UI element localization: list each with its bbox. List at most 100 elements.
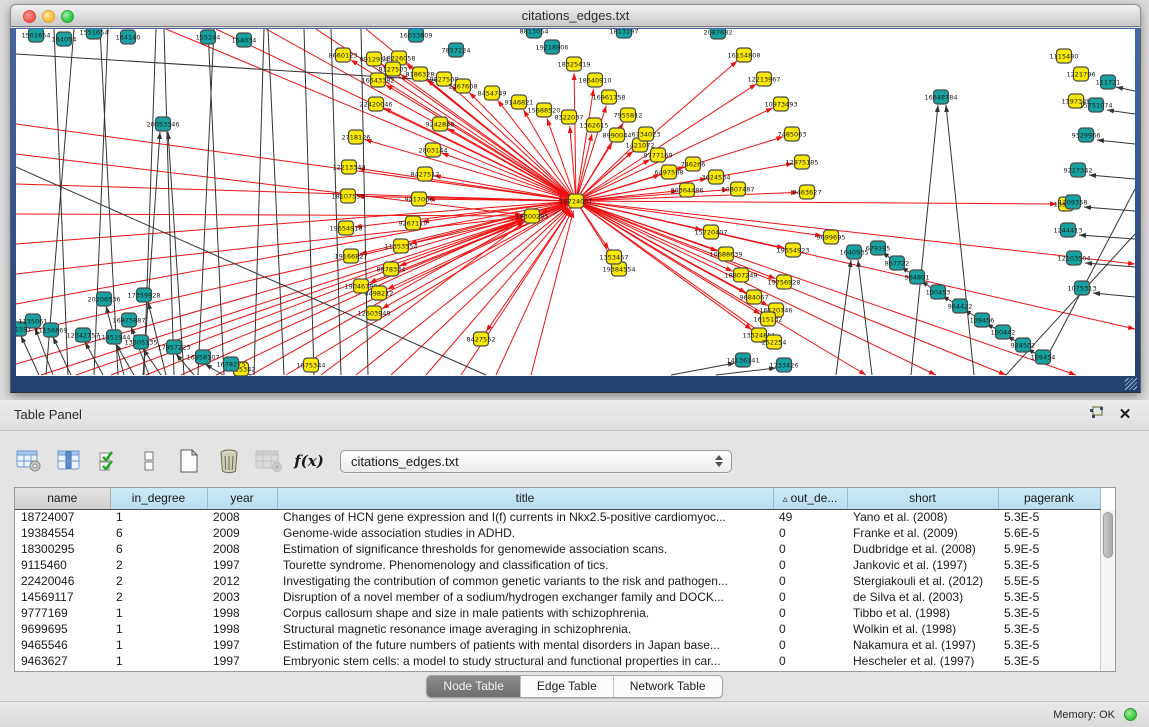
table-row[interactable]: 946554611997Estimation of the future num…	[15, 637, 1100, 653]
table-scrollbar-thumb[interactable]	[1103, 512, 1113, 558]
tab-edge-table[interactable]: Edge Table	[521, 676, 614, 697]
network-edge[interactable]	[254, 29, 264, 375]
network-node[interactable]: 1075313	[1068, 281, 1097, 295]
network-edge[interactable]	[576, 201, 784, 248]
network-node[interactable]: 100453	[926, 285, 951, 299]
column-header-out-degree[interactable]: ▵out_de...	[773, 488, 847, 509]
network-node[interactable]: 100442	[991, 325, 1016, 339]
network-node[interactable]: 1733426	[770, 358, 799, 372]
network-node[interactable]: 10973493	[764, 97, 797, 111]
network-edge[interactable]	[671, 363, 735, 375]
network-node[interactable]: 12342757	[66, 328, 99, 342]
column-header-pagerank[interactable]: pagerank	[998, 488, 1100, 509]
network-edge[interactable]	[858, 260, 872, 375]
table-row[interactable]: 1456911722003Disruption of a novel membe…	[15, 589, 1100, 605]
network-edge[interactable]	[365, 140, 576, 201]
network-edge[interactable]	[576, 201, 936, 375]
network-node[interactable]: 12603948	[357, 306, 390, 320]
network-edge[interactable]	[576, 201, 866, 375]
network-node[interactable]: 16961758	[592, 90, 625, 104]
network-node[interactable]: 20364486	[670, 183, 703, 197]
network-node[interactable]: 19654923	[776, 243, 809, 257]
network-edge[interactable]	[21, 336, 39, 375]
create-new-column-icon[interactable]	[174, 446, 204, 476]
network-node[interactable]: 1244413	[1054, 223, 1083, 237]
network-node[interactable]: 2718126	[342, 130, 371, 144]
column-header-year[interactable]: year	[207, 488, 277, 509]
network-node[interactable]: 164034	[232, 33, 257, 47]
network-edge[interactable]	[1046, 189, 1135, 359]
table-row[interactable]: 2242004622012Investigating the contribut…	[15, 573, 1100, 589]
tab-node-table[interactable]: Node Table	[427, 676, 521, 697]
network-node[interactable]: 746266	[681, 157, 706, 171]
table-row[interactable]: 946362711997Embryonic stem cells: a mode…	[15, 653, 1100, 669]
network-edge[interactable]	[576, 89, 594, 201]
network-node[interactable]: 9227342	[1064, 163, 1093, 177]
network-edge[interactable]	[321, 222, 524, 375]
network-edge[interactable]	[16, 218, 522, 334]
network-edge[interactable]	[304, 29, 314, 375]
network-edge[interactable]	[1107, 110, 1135, 114]
function-builder-icon[interactable]: f(x)	[294, 446, 324, 476]
network-node[interactable]: 19166827	[334, 249, 367, 263]
network-node[interactable]: 1551654	[80, 29, 109, 39]
network-node[interactable]: 19218906	[535, 40, 568, 54]
table-scrollbar[interactable]	[1100, 510, 1115, 671]
minimize-window-button[interactable]	[42, 10, 55, 23]
column-header-in-degree[interactable]: in_degree	[110, 488, 207, 509]
tab-network-table[interactable]: Network Table	[614, 676, 722, 697]
network-node[interactable]: 8878334	[377, 262, 406, 276]
network-node[interactable]: 7485063	[778, 127, 807, 141]
network-node[interactable]: 1640935	[840, 245, 869, 259]
table-select-dropdown[interactable]: citations_edges.txt	[340, 450, 732, 473]
network-node[interactable]: 16648784	[924, 90, 957, 104]
network-node[interactable]: 9242848	[426, 117, 455, 131]
row-selection-mode-icon[interactable]	[94, 446, 124, 476]
network-edge[interactable]	[1079, 235, 1135, 239]
network-node[interactable]: 9699695	[817, 230, 846, 244]
table-row[interactable]: 969969511998Structural magnetic resonanc…	[15, 621, 1100, 637]
network-node[interactable]: 8990044	[603, 128, 632, 142]
window-titlebar[interactable]: citations_edges.txt	[10, 4, 1141, 27]
network-node[interactable]: 7857224	[442, 43, 471, 57]
network-edge[interactable]	[1097, 140, 1135, 144]
zoom-window-button[interactable]	[61, 10, 74, 23]
network-edge[interactable]	[448, 128, 576, 201]
delete-table-icon[interactable]	[254, 446, 284, 476]
network-node[interactable]: 155244	[196, 30, 221, 44]
network-node[interactable]: 16975887	[112, 313, 145, 327]
network-node[interactable]: 19654918	[329, 221, 362, 235]
network-node[interactable]: 8660123	[329, 48, 358, 62]
network-node[interactable]: 1561654	[22, 29, 51, 42]
network-node[interactable]: 18640910	[578, 73, 611, 87]
network-node[interactable]: 679195	[866, 241, 891, 255]
network-node[interactable]: 16033809	[399, 29, 432, 42]
network-node[interactable]: 1221796	[1067, 67, 1096, 81]
table-row[interactable]: 1938455462009Genome-wide association stu…	[15, 525, 1100, 541]
network-node[interactable]: 22420046	[359, 97, 392, 111]
network-node[interactable]: 17359928	[127, 288, 160, 302]
network-edge[interactable]	[1084, 207, 1135, 211]
network-node[interactable]: 164140	[116, 30, 141, 44]
network-node[interactable]: 20053346	[146, 117, 179, 131]
network-node[interactable]: 15720407	[694, 225, 727, 239]
network-edge[interactable]	[576, 201, 1057, 204]
table-row[interactable]: 977716911998Corpus callosum shape and si…	[15, 605, 1100, 621]
network-edge[interactable]	[331, 29, 341, 375]
network-node[interactable]: 18325419	[557, 57, 590, 71]
network-edge[interactable]	[144, 29, 156, 375]
network-node[interactable]: 9463627	[793, 185, 822, 199]
resize-grip[interactable]	[1125, 378, 1137, 390]
network-edge[interactable]	[198, 29, 214, 375]
network-node[interactable]: 1675344	[297, 358, 326, 372]
network-edge[interactable]	[268, 29, 284, 375]
network-node[interactable]: 12213967	[747, 72, 780, 86]
network-node[interactable]: 867722	[885, 256, 910, 270]
network-node[interactable]: 16154808	[727, 48, 760, 62]
table-row[interactable]: 1872400712008Changes of HCN gene express…	[15, 509, 1100, 525]
network-node[interactable]: 3624534	[702, 170, 731, 184]
table-options-icon[interactable]	[14, 446, 44, 476]
network-edge[interactable]	[286, 206, 567, 375]
network-edge[interactable]	[576, 151, 633, 201]
network-edge[interactable]	[911, 105, 938, 375]
